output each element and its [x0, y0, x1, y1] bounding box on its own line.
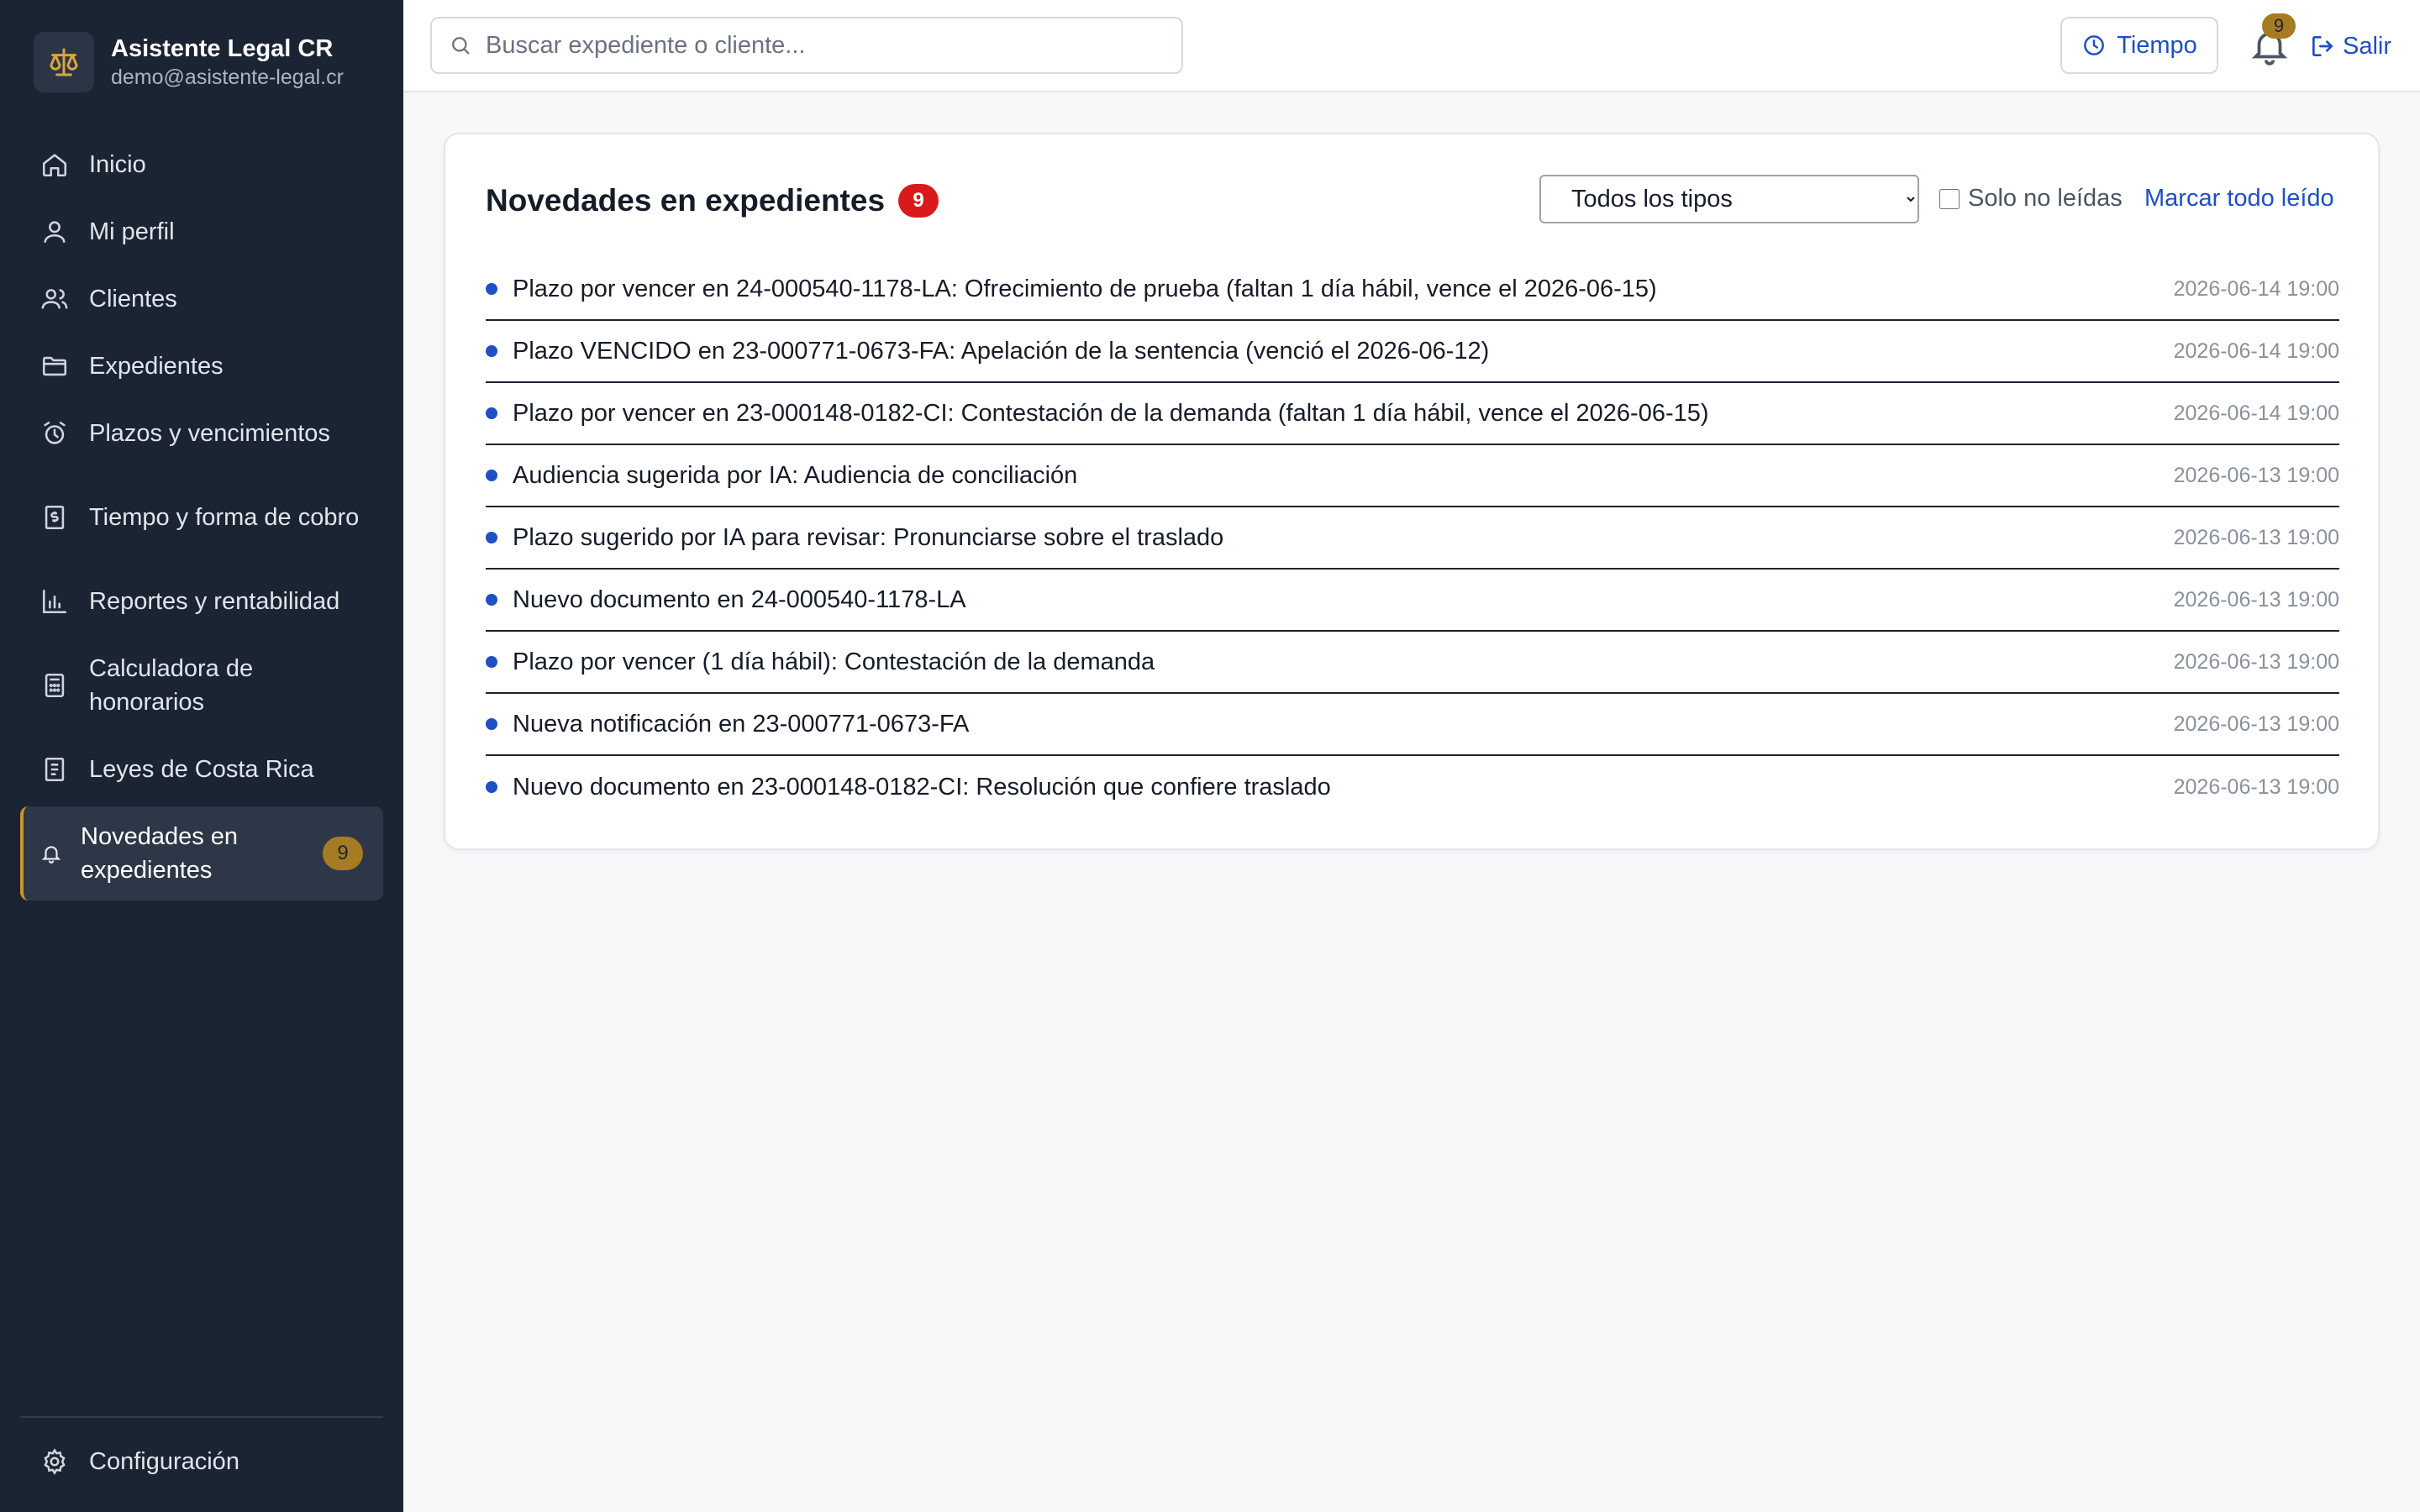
folder-icon: [42, 356, 67, 376]
calculator-icon: [45, 673, 65, 698]
unread-dot: [486, 470, 497, 481]
logout-button[interactable]: Salir: [2309, 25, 2391, 67]
sidebar-item-label: Plazos y vencimientos: [89, 420, 330, 447]
news-item[interactable]: Nuevo documento en 23-000148-0182-CI: Re…: [486, 756, 2339, 818]
logout-icon: [2312, 36, 2333, 56]
home-icon: [42, 154, 67, 177]
tiempo-button[interactable]: Tiempo: [2060, 17, 2218, 74]
news-item-date: 2026-06-14 19:00: [2173, 276, 2339, 301]
news-item-text: Audiencia sugerida por IA: Audiencia de …: [513, 461, 1078, 489]
news-item-date: 2026-06-14 19:00: [2173, 339, 2339, 363]
unread-dot: [486, 283, 497, 295]
unread-dot: [486, 656, 497, 668]
type-filter-select[interactable]: Todos los tipos: [1539, 175, 1919, 223]
sidebar-item-plazos[interactable]: Plazos y vencimientos: [20, 400, 383, 467]
user-email: demo@asistente-legal.cr: [111, 66, 344, 89]
unread-only-label: Solo no leídas: [1968, 185, 2123, 212]
page-title-text: Novedades en expedientes: [486, 183, 886, 218]
sidebar-item-label: Expedientes: [89, 353, 224, 380]
news-card: Novedades en expedientes 9 Todos los tip…: [444, 133, 2380, 850]
news-item[interactable]: Nueva notificación en 23-000771-0673-FA …: [486, 694, 2339, 756]
scale-icon: [34, 32, 94, 92]
news-item-text: Nuevo documento en 24-000540-1178-LA: [513, 585, 966, 613]
news-item[interactable]: Plazo por vencer (1 día hábil): Contesta…: [486, 632, 2339, 694]
sidebar-item-label: Mi perfil: [89, 218, 175, 245]
logout-label: Salir: [2343, 32, 2392, 60]
news-item[interactable]: Plazo VENCIDO en 23-000771-0673-FA: Apel…: [486, 321, 2339, 383]
search-input[interactable]: [486, 31, 1175, 60]
bar-chart-icon: [42, 589, 67, 614]
tiempo-label: Tiempo: [2117, 31, 2197, 59]
book-icon: [45, 757, 65, 782]
sidebar-nav: Inicio Mi perfil Clientes Expedientes Pl…: [20, 131, 383, 900]
settings-label: Configuración: [89, 1448, 239, 1475]
sidebar: Asistente Legal CR demo@asistente-legal.…: [0, 0, 403, 1512]
sidebar-item-clientes[interactable]: Clientes: [20, 265, 383, 333]
news-item-date: 2026-06-13 19:00: [2173, 711, 2339, 736]
sidebar-item-label: Reportes y rentabilidad: [89, 588, 340, 615]
unread-only-checkbox[interactable]: [1939, 188, 1960, 209]
news-item-text: Nueva notificación en 23-000771-0673-FA: [513, 710, 970, 738]
unread-dot: [486, 781, 497, 793]
sidebar-item-label: Clientes: [89, 286, 177, 312]
unread-dot: [486, 594, 497, 606]
bell-icon: [41, 846, 61, 864]
news-list: Plazo por vencer en 24-000540-1178-LA: O…: [486, 259, 2339, 818]
unread-dot: [486, 407, 497, 419]
unread-count-badge: 9: [323, 837, 363, 870]
sidebar-item-novedades[interactable]: Novedades en expedientes 9: [20, 806, 383, 900]
sidebar-item-expedientes[interactable]: Expedientes: [20, 333, 383, 400]
mark-all-read-link[interactable]: Marcar todo leído: [2144, 185, 2334, 213]
sidebar-item-label: Inicio: [89, 151, 146, 178]
sidebar-divider: [20, 1416, 383, 1418]
unread-dot: [486, 532, 497, 543]
sidebar-item-configuracion[interactable]: Configuración: [20, 1428, 383, 1495]
clock-icon: [2084, 35, 2105, 55]
news-item[interactable]: Nuevo documento en 24-000540-1178-LA 202…: [486, 570, 2339, 632]
news-count-badge: 9: [898, 184, 939, 218]
news-item[interactable]: Audiencia sugerida por IA: Audiencia de …: [486, 445, 2339, 507]
alarm-clock-icon: [44, 421, 66, 444]
news-item-text: Plazo por vencer en 24-000540-1178-LA: O…: [513, 275, 1657, 302]
sidebar-item-label: Novedades en expedientes: [81, 823, 239, 884]
news-item[interactable]: Plazo sugerido por IA para revisar: Pron…: [486, 507, 2339, 570]
unread-dot: [486, 718, 497, 730]
sidebar-item-reportes[interactable]: Reportes y rentabilidad: [20, 568, 383, 635]
sidebar-item-inicio[interactable]: Inicio: [20, 131, 383, 198]
news-item-date: 2026-06-13 19:00: [2173, 774, 2339, 799]
search-icon: [452, 37, 470, 55]
sidebar-item-label: Leyes de Costa Rica: [89, 756, 314, 783]
news-item-date: 2026-06-14 19:00: [2173, 401, 2339, 425]
unread-only-toggle[interactable]: Solo no leídas: [1939, 185, 2123, 213]
news-item-text: Plazo VENCIDO en 23-000771-0673-FA: Apel…: [513, 337, 1490, 365]
gear-icon: [44, 1448, 66, 1475]
notifications-count-badge: 9: [2262, 13, 2296, 39]
unread-dot: [486, 345, 497, 357]
news-item-date: 2026-06-13 19:00: [2173, 649, 2339, 674]
news-item-date: 2026-06-13 19:00: [2173, 525, 2339, 549]
sidebar-item-label: Tiempo y forma de cobro: [89, 504, 360, 531]
user-icon: [44, 221, 66, 243]
brand-title: Asistente Legal CR: [111, 35, 334, 62]
news-item-text: Nuevo documento en 23-000148-0182-CI: Re…: [513, 773, 1331, 801]
sidebar-item-tiempo-cobro[interactable]: Tiempo y forma de cobro: [20, 467, 383, 568]
users-icon: [41, 289, 68, 309]
sidebar-item-leyes[interactable]: Leyes de Costa Rica: [20, 736, 383, 803]
news-item-date: 2026-06-13 19:00: [2173, 463, 2339, 487]
news-item-text: Plazo por vencer (1 día hábil): Contesta…: [513, 648, 1155, 675]
brand: Asistente Legal CR demo@asistente-legal.…: [34, 32, 344, 92]
news-item-text: Plazo por vencer en 23-000148-0182-CI: C…: [513, 399, 1709, 427]
page-title: Novedades en expedientes 9: [486, 183, 939, 218]
topbar: Tiempo 9 Salir: [403, 0, 2420, 92]
news-item-text: Plazo sugerido por IA para revisar: Pron…: [513, 523, 1224, 551]
sidebar-item-calculadora[interactable]: Calculadora de honorarios: [20, 635, 383, 736]
news-item[interactable]: Plazo por vencer en 24-000540-1178-LA: O…: [486, 259, 2339, 321]
billing-icon: [45, 505, 65, 530]
sidebar-item-label: Calculadora de honorarios: [89, 655, 254, 716]
news-item[interactable]: Plazo por vencer en 23-000148-0182-CI: C…: [486, 383, 2339, 445]
news-item-date: 2026-06-13 19:00: [2173, 587, 2339, 612]
search-box[interactable]: [430, 17, 1183, 74]
sidebar-item-mi-perfil[interactable]: Mi perfil: [20, 198, 383, 265]
